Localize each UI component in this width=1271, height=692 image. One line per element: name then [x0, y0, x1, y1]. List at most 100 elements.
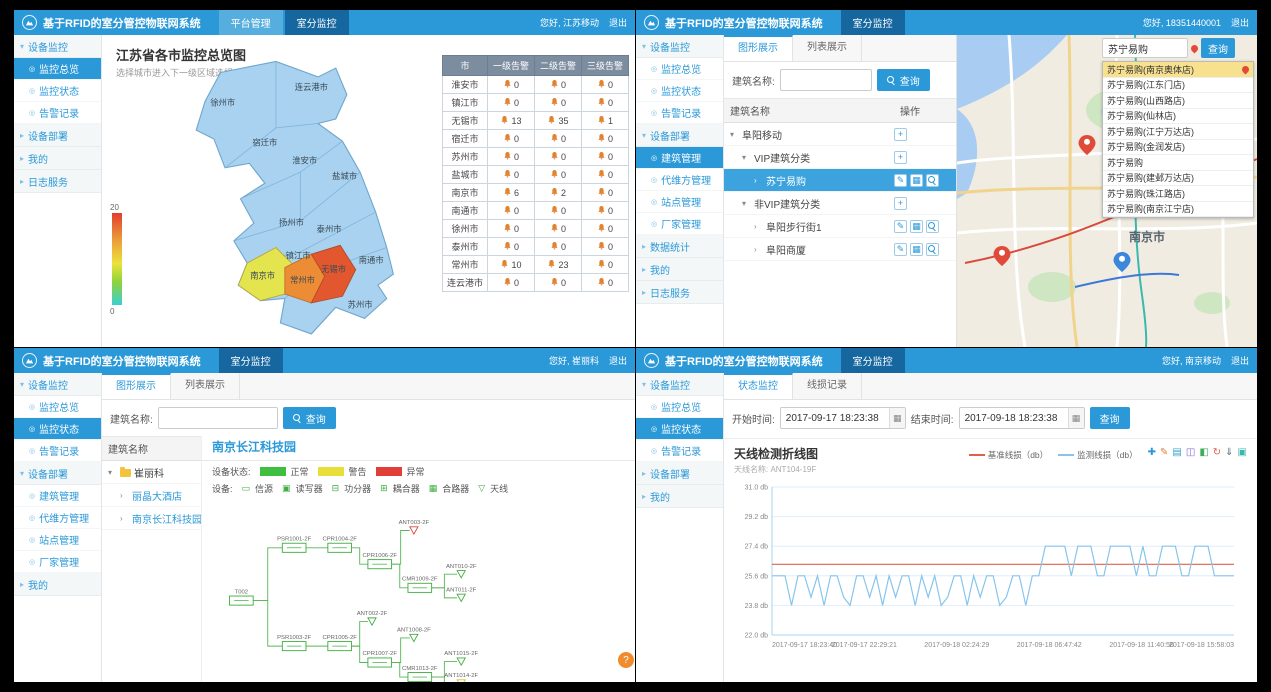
- tree-node[interactable]: ›苏宁易购✎▦: [724, 169, 956, 192]
- tree-node[interactable]: ▾崔丽科: [102, 461, 201, 484]
- search-icon[interactable]: [926, 220, 939, 233]
- search-result-item[interactable]: 苏宁易购(江宁万达店): [1103, 124, 1253, 140]
- city-alarm-row[interactable]: 淮安市000: [442, 76, 628, 94]
- building-name-input[interactable]: [780, 69, 872, 91]
- map-city-label[interactable]: 无锡市: [321, 264, 346, 274]
- sidebar-section[interactable]: ▾设备部署: [14, 462, 101, 485]
- sidebar-section[interactable]: ▾设备监控: [636, 373, 723, 396]
- device-node[interactable]: CMR1009-2F: [402, 577, 438, 593]
- content-tab[interactable]: 图形展示: [102, 373, 171, 399]
- sidebar-item[interactable]: ◎建筑管理: [636, 147, 723, 169]
- mark-icon[interactable]: ✚: [1148, 447, 1156, 458]
- sidebar-item[interactable]: ◎厂家管理: [14, 551, 101, 573]
- device-node[interactable]: ANT1014-2F: [444, 673, 478, 682]
- map-city-label[interactable]: 扬州市: [279, 217, 304, 227]
- logout-link[interactable]: 退出: [1231, 354, 1249, 367]
- search-icon[interactable]: [926, 243, 939, 256]
- calendar-icon[interactable]: ▦: [889, 408, 905, 428]
- edit-icon[interactable]: ✎: [894, 220, 907, 233]
- legend-item[interactable]: 监测线损（db）: [1058, 449, 1137, 461]
- city-alarm-row[interactable]: 常州市10230: [442, 256, 628, 274]
- search-result-item[interactable]: 苏宁易购(南京江宁店): [1103, 202, 1253, 218]
- header-tab[interactable]: 室分监控: [219, 348, 283, 373]
- expander-icon[interactable]: ▾: [730, 130, 739, 139]
- content-tab[interactable]: 状态监控: [724, 373, 793, 399]
- map-city-label[interactable]: 泰州市: [317, 224, 342, 234]
- sidebar-item[interactable]: ◎站点管理: [636, 191, 723, 213]
- city-alarm-row[interactable]: 连云港市000: [442, 274, 628, 292]
- sidebar-item[interactable]: ◎站点管理: [14, 529, 101, 551]
- search-button[interactable]: 查询: [283, 407, 336, 429]
- device-node[interactable]: ANT003-2F: [399, 520, 430, 534]
- map-city-label[interactable]: 盐城市: [332, 171, 357, 181]
- search-result-item[interactable]: 苏宁易购(金润发店): [1103, 140, 1253, 156]
- sidebar-section[interactable]: ▸我的: [636, 258, 723, 281]
- search-result-item[interactable]: 苏宁易购(南京奥体店): [1103, 62, 1253, 78]
- search-result-item[interactable]: 苏宁易购(山西路店): [1103, 93, 1253, 109]
- city-alarm-row[interactable]: 南京市620: [442, 184, 628, 202]
- sidebar-section[interactable]: ▸我的: [14, 573, 101, 596]
- sidebar-item[interactable]: ◎厂家管理: [636, 213, 723, 235]
- tree-node[interactable]: ›阜阳商厦✎▦: [724, 238, 956, 261]
- sidebar-item[interactable]: ◎建筑管理: [14, 485, 101, 507]
- line-switch-icon[interactable]: ◧: [1199, 447, 1208, 458]
- add-icon[interactable]: +: [894, 197, 907, 210]
- sidebar-item[interactable]: ◎监控总览: [636, 58, 723, 80]
- sidebar-item[interactable]: ◎监控总览: [14, 396, 101, 418]
- device-node[interactable]: PSR1001-2F: [277, 537, 312, 553]
- building-name-input[interactable]: [158, 407, 278, 429]
- city-alarm-row[interactable]: 南通市000: [442, 202, 628, 220]
- map-city-label[interactable]: 镇江市: [286, 251, 311, 261]
- city-alarm-row[interactable]: 宿迁市000: [442, 130, 628, 148]
- header-tab[interactable]: 平台管理: [219, 10, 283, 35]
- sidebar-item[interactable]: ◎告警记录: [636, 440, 723, 462]
- device-node[interactable]: ANT002-2F: [357, 611, 388, 625]
- sidebar-item[interactable]: ◎监控状态: [14, 80, 101, 102]
- sidebar-item[interactable]: ◎告警记录: [636, 102, 723, 124]
- delete-icon[interactable]: ▦: [910, 174, 923, 187]
- sidebar-item[interactable]: ◎代维方管理: [14, 507, 101, 529]
- expander-icon[interactable]: ▾: [742, 199, 751, 208]
- content-tab[interactable]: 列表展示: [171, 373, 240, 399]
- tree-node[interactable]: ▾非VIP建筑分类+: [724, 192, 956, 215]
- data-view-icon[interactable]: ▤: [1172, 447, 1181, 458]
- content-tab[interactable]: 图形展示: [724, 35, 793, 61]
- province-map[interactable]: 徐州市连云港市宿迁市淮安市盐城市扬州市泰州市南通市镇江市南京市常州市无锡市苏州市: [142, 57, 452, 345]
- map-city-label[interactable]: 苏州市: [348, 299, 373, 309]
- sidebar-section[interactable]: ▾设备监控: [14, 35, 101, 58]
- map-canvas[interactable]: 南京市玄武湖公园: [957, 35, 1257, 347]
- float-help-button[interactable]: ?: [618, 652, 634, 668]
- sidebar-section[interactable]: ▸设备部署: [14, 124, 101, 147]
- sidebar-section[interactable]: ▸日志服务: [14, 170, 101, 193]
- device-node[interactable]: ANT011-2F: [446, 587, 476, 601]
- sidebar-item[interactable]: ◎监控状态: [636, 418, 723, 440]
- sidebar-section[interactable]: ▸我的: [14, 147, 101, 170]
- add-icon[interactable]: +: [894, 128, 907, 141]
- start-time-input[interactable]: [780, 407, 906, 429]
- device-node[interactable]: ANT1008-2F: [397, 628, 431, 642]
- tree-node[interactable]: ›丽晶大酒店: [102, 484, 201, 507]
- tree-node[interactable]: ›阜阳步行街1✎▦: [724, 215, 956, 238]
- expander-icon[interactable]: ▾: [742, 153, 751, 162]
- sidebar-section[interactable]: ▸数据统计: [636, 235, 723, 258]
- delete-icon[interactable]: ▦: [910, 243, 923, 256]
- search-result-item[interactable]: 苏宁易购(建邺万达店): [1103, 171, 1253, 187]
- city-alarm-row[interactable]: 盐城市000: [442, 166, 628, 184]
- tree-node[interactable]: ›南京长江科技园: [102, 507, 201, 530]
- search-result-item[interactable]: 苏宁易购(仙林店): [1103, 109, 1253, 125]
- end-time-input[interactable]: [959, 407, 1085, 429]
- sidebar-section[interactable]: ▾设备监控: [14, 373, 101, 396]
- sidebar-item[interactable]: ◎监控总览: [14, 58, 101, 80]
- city-alarm-row[interactable]: 苏州市000: [442, 148, 628, 166]
- sidebar-section[interactable]: ▾设备监控: [636, 35, 723, 58]
- city-alarm-row[interactable]: 泰州市000: [442, 238, 628, 256]
- map-city-label[interactable]: 淮安市: [292, 155, 317, 165]
- device-node[interactable]: CPR1006-2F: [362, 553, 397, 569]
- city-alarm-row[interactable]: 无锡市13351: [442, 112, 628, 130]
- fullscreen-icon[interactable]: ▣: [1238, 447, 1247, 458]
- device-node[interactable]: ANT010-2F: [446, 564, 477, 578]
- calendar-icon[interactable]: ▦: [1068, 408, 1084, 428]
- header-tab[interactable]: 室分监控: [841, 10, 905, 35]
- map-city-label[interactable]: 常州市: [290, 275, 315, 285]
- delete-icon[interactable]: ▦: [910, 220, 923, 233]
